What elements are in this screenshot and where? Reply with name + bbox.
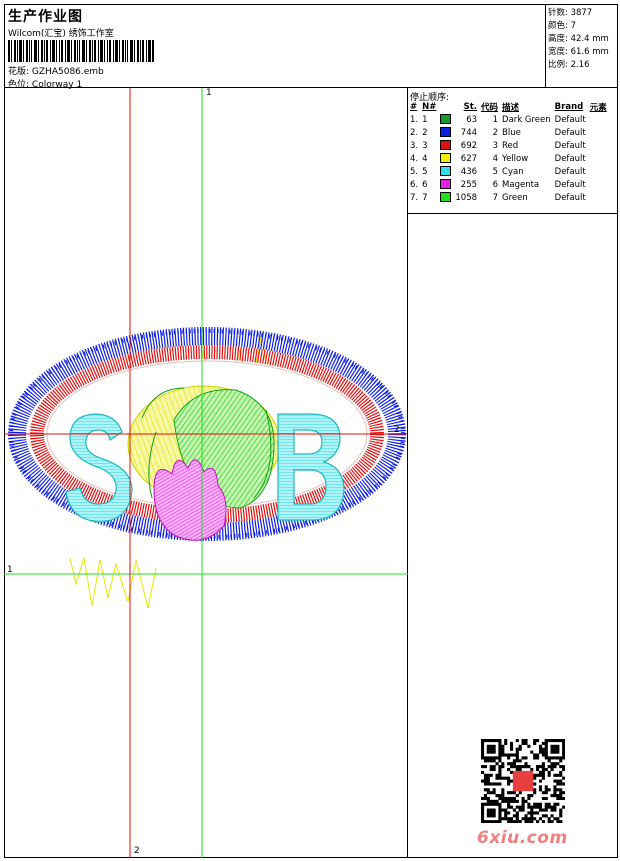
row-element (588, 165, 609, 178)
stop-sequence-panel: 停止顺序: # N# St. 代码 描述 Brand 元素 1. 1 63 1 Dark… (408, 88, 618, 214)
col-swatch (438, 100, 453, 113)
row-desc: Magenta (502, 179, 540, 190)
row-code: 5 (492, 166, 499, 177)
stop-sequence-table: # N# St. 代码 描述 Brand 元素 1. 1 63 1 Dark Green… (408, 100, 609, 204)
row-num: 3. (410, 140, 419, 151)
row-desc: Green (502, 192, 528, 203)
studio-name: Wilcom(汇宝) 绣饰工作室 (8, 29, 114, 39)
stat-colors: 颜色: 7 (548, 21, 576, 31)
row-num: 5. (410, 166, 419, 177)
row-n: 6 (422, 179, 428, 190)
row-stitches: 744 (460, 127, 478, 138)
row-element (588, 113, 609, 126)
row-code: 1 (492, 114, 499, 125)
col-num: # (410, 101, 418, 112)
table-row: 6. 6 255 6 Magenta Default (408, 178, 609, 191)
row-code: 2 (492, 127, 499, 138)
row-n: 4 (422, 153, 428, 164)
row-stitches: 627 (460, 153, 478, 164)
red-guide-v-label: 2 (134, 846, 140, 856)
row-n: 2 (422, 127, 428, 138)
row-stitches: 63 (466, 114, 478, 125)
page-title: 生产作业图 (8, 9, 83, 25)
row-code: 4 (492, 153, 499, 164)
color-swatch (438, 165, 453, 178)
header-info: 生产作业图 Wilcom(汇宝) 绣饰工作室 花版: GZHA5086.emb … (4, 4, 546, 90)
table-row: 5. 5 436 5 Cyan Default (408, 165, 609, 178)
green-guide-h-label: 1 (7, 565, 13, 575)
table-row: 1. 1 63 1 Dark Green Default (408, 113, 609, 126)
col-code: 代码 (481, 102, 499, 113)
qr-center-seal-icon (512, 770, 534, 792)
table-row: 3. 3 692 3 Red Default (408, 139, 609, 152)
design-label: 花版: (8, 67, 30, 77)
row-element (588, 191, 609, 204)
color-swatch (438, 113, 453, 126)
table-row: 7. 7 1058 7 Green Default (408, 191, 609, 204)
color-swatch (438, 139, 453, 152)
table-row: 2. 2 744 2 Blue Default (408, 126, 609, 139)
row-code: 7 (492, 192, 499, 203)
color-swatch (438, 191, 453, 204)
row-element (588, 152, 609, 165)
stat-height: 高度: 42.4 mm (548, 34, 609, 44)
stat-scale: 比例: 2.16 (548, 60, 590, 70)
row-brand: Default (554, 192, 586, 203)
col-stitches: St. (463, 101, 478, 112)
qr-code (481, 739, 565, 823)
row-stitches: 255 (460, 179, 478, 190)
row-code: 6 (492, 179, 499, 190)
magenta-flame (153, 459, 227, 541)
row-brand: Default (554, 140, 586, 151)
color-swatch (438, 126, 453, 139)
row-desc: Cyan (502, 166, 524, 177)
letter-b (277, 413, 345, 521)
row-brand: Default (554, 114, 586, 125)
design-stats: 针数: 3877 颜色: 7 高度: 42.4 mm 宽度: 61.6 mm 比… (546, 4, 618, 88)
row-n: 7 (422, 192, 428, 203)
embroidery-preview (4, 88, 408, 858)
yellow-zigzag-bottom (69, 557, 157, 609)
row-num: 6. (410, 179, 419, 190)
row-desc: Blue (502, 127, 521, 138)
row-brand: Default (554, 179, 586, 190)
row-num: 4. (410, 153, 419, 164)
row-stitches: 692 (460, 140, 478, 151)
row-num: 7. (410, 192, 419, 203)
red-guide-h-label: 2 (394, 425, 400, 435)
row-num: 1. (410, 114, 419, 125)
table-row: 4. 4 627 4 Yellow Default (408, 152, 609, 165)
barcode (8, 40, 154, 62)
row-element (588, 178, 609, 191)
row-brand: Default (554, 127, 586, 138)
col-n: N# (422, 101, 437, 112)
col-brand: Brand (554, 101, 584, 112)
design-canvas: 1 1 2 2 (4, 88, 408, 858)
row-desc: Yellow (502, 153, 529, 164)
row-desc: Red (502, 140, 519, 151)
col-desc: 描述 (502, 102, 520, 113)
row-num: 2. (410, 127, 419, 138)
green-guide-v-label: 1 (206, 88, 212, 98)
row-brand: Default (554, 166, 586, 177)
row-element (588, 126, 609, 139)
row-stitches: 1058 (455, 192, 478, 203)
row-n: 3 (422, 140, 428, 151)
table-header-row: # N# St. 代码 描述 Brand 元素 (408, 100, 609, 113)
stat-width: 宽度: 61.6 mm (548, 47, 609, 57)
color-swatch (438, 178, 453, 191)
row-desc: Dark Green (502, 114, 551, 125)
design-value: GZHA5086.emb (31, 67, 104, 77)
color-swatch (438, 152, 453, 165)
row-brand: Default (554, 153, 586, 164)
row-n: 1 (422, 114, 428, 125)
col-element: 元素 (589, 102, 607, 113)
row-stitches: 436 (460, 166, 478, 177)
stat-stitches: 针数: 3877 (548, 8, 593, 18)
watermark-logo: 6xiu.com (477, 828, 568, 848)
row-code: 3 (492, 140, 499, 151)
design-file: 花版: GZHA5086.emb (8, 64, 104, 77)
row-element (588, 139, 609, 152)
row-n: 5 (422, 166, 428, 177)
